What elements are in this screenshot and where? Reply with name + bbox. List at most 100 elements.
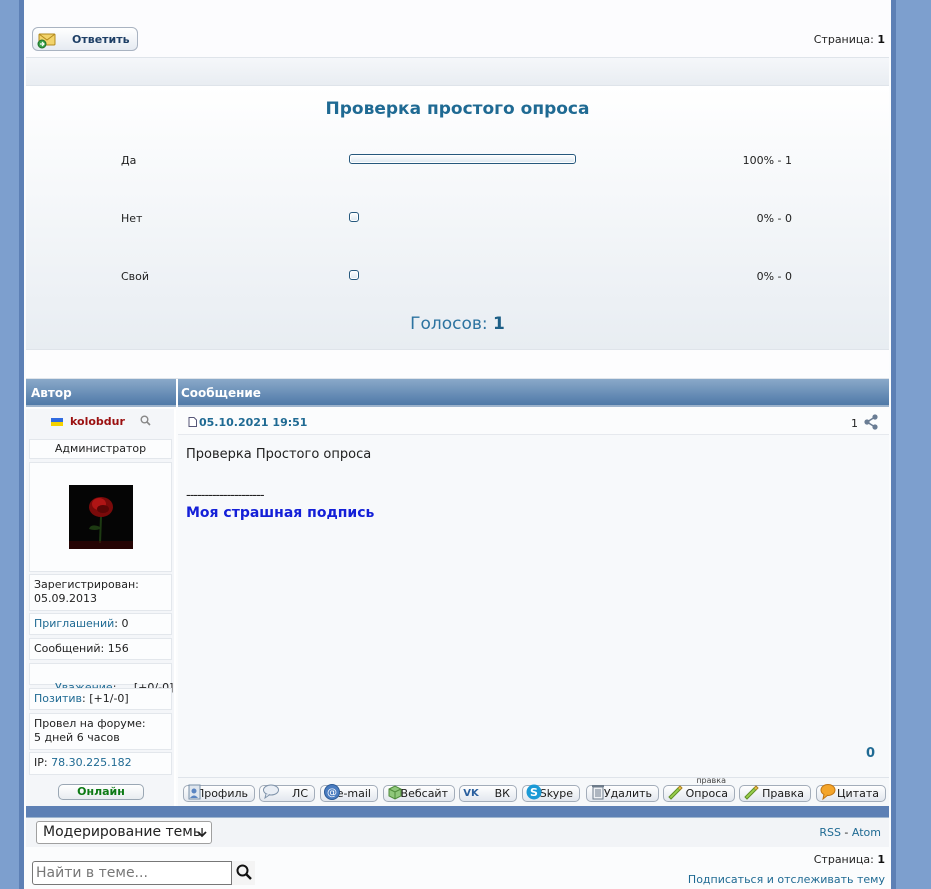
atom-link[interactable]: Atom: [852, 826, 881, 839]
at-sign-icon: @: [323, 783, 341, 801]
forum-time-label: Провел на форуме:: [34, 717, 146, 730]
skype-button[interactable]: S Skype: [522, 783, 580, 802]
author-name[interactable]: kolobdur: [70, 415, 125, 428]
reply-envelope-icon: [36, 29, 58, 49]
vk-button[interactable]: VK ВК: [459, 785, 517, 802]
page-number[interactable]: 1: [877, 853, 885, 866]
post-number-area: 1: [851, 414, 879, 433]
online-status-row: Онлайн: [26, 784, 176, 800]
poll-block: Проверка простого опроса Да 100% - 1 Нет…: [26, 86, 889, 349]
poll-bottom-strip: [26, 349, 889, 379]
positive-value: : [+1/-0]: [82, 692, 129, 705]
delete-button[interactable]: Удалить: [586, 785, 659, 802]
reply-button-label: Ответить: [72, 32, 130, 46]
post-body: Проверка Простого опроса ---------------…: [186, 447, 876, 521]
reply-button[interactable]: Ответить: [32, 27, 138, 51]
top-bar: Ответить Страница: 1: [24, 0, 891, 57]
edit-poll-button-label: Опроса: [685, 787, 728, 800]
moderation-select[interactable]: Модерирование темы: [36, 821, 212, 844]
rss-link[interactable]: RSS: [819, 826, 841, 839]
trash-icon: [589, 783, 607, 801]
poll-title: Проверка простого опроса: [325, 99, 590, 119]
author-column-header: Автор: [31, 386, 72, 400]
post-actions: Профиль ЛС @ e-mail Вебсайт VK ВК S Skyp…: [178, 776, 889, 806]
author-title: Администратор: [29, 439, 172, 459]
rose-avatar-icon: [68, 485, 133, 549]
skype-icon: S: [525, 783, 543, 801]
signature-separator: ---------------------: [186, 488, 265, 503]
poll-option-bar: [349, 154, 576, 164]
document-icon: [188, 417, 197, 427]
pm-button[interactable]: ЛС: [259, 783, 315, 802]
skype-button-label: Skype: [539, 787, 573, 800]
poll-option-label: Нет: [121, 212, 143, 225]
chevron-down-icon: [197, 827, 207, 843]
moderation-row: Модерирование темы RSS - Atom: [26, 818, 889, 847]
invites-value: : 0: [114, 617, 129, 630]
pm-button-label: ЛС: [292, 787, 308, 800]
pencil-icon: [742, 783, 760, 801]
post-date-link[interactable]: 05.10.2021 19:51: [188, 416, 307, 429]
poll-option-label: Да: [121, 154, 137, 167]
svg-text:VK: VK: [463, 788, 480, 799]
positive-link[interactable]: Позитив: [34, 692, 82, 705]
poll-option-result: 0% - 0: [756, 212, 792, 225]
speech-bubble-icon: [262, 783, 280, 801]
edit-poll-button[interactable]: правка Опроса: [663, 776, 735, 802]
profile-button[interactable]: Профиль: [183, 783, 255, 802]
page-number[interactable]: 1: [877, 33, 885, 46]
website-button[interactable]: Вебсайт: [383, 785, 455, 802]
moderation-select-value: Модерирование темы: [43, 824, 204, 840]
author-name-row: kolobdur: [26, 415, 176, 429]
globe-box-icon: [386, 783, 404, 801]
page-label: Страница:: [813, 33, 874, 46]
post-number[interactable]: 1: [851, 417, 858, 430]
registered-info: Зарегистрирован: 05.09.2013: [29, 574, 172, 611]
votes-label: Голосов:: [410, 314, 488, 334]
email-button[interactable]: @ e-mail: [320, 783, 378, 802]
poll-top-strip: [26, 57, 889, 86]
pagination-top: Страница: 1: [814, 33, 885, 46]
post-text: Проверка Простого опроса: [186, 447, 372, 462]
message-panel: 05.10.2021 19:51 1 Проверка Простого опр…: [178, 409, 889, 806]
forum-time-value: 5 дней 6 часов: [34, 731, 120, 744]
svg-text:@: @: [327, 788, 337, 799]
online-status-badge: Онлайн: [58, 784, 144, 800]
profile-icon: [186, 783, 204, 801]
post-table-header: Автор Сообщение: [26, 379, 889, 407]
edit-button[interactable]: Правка: [739, 785, 811, 802]
poll-option: Да 100% - 1: [26, 152, 889, 170]
ip-info: IP: 78.30.225.182: [29, 752, 172, 775]
poll-option-bar: [349, 212, 359, 222]
post-rating[interactable]: 0: [866, 746, 875, 761]
poll-option-bar: [349, 270, 359, 280]
quote-button[interactable]: Цитата: [816, 783, 886, 802]
vk-button-label: ВК: [494, 787, 510, 800]
message-header: 05.10.2021 19:51 1: [178, 409, 889, 435]
search-button[interactable]: [231, 861, 255, 885]
feed-links: RSS - Atom: [819, 826, 881, 839]
subscribe-link[interactable]: Подписаться и отслеживать тему: [688, 873, 885, 886]
invites-link[interactable]: Приглашений: [34, 617, 114, 630]
share-icon[interactable]: [863, 414, 879, 433]
post-date: 05.10.2021 19:51: [199, 416, 308, 429]
delete-button-label: Удалить: [603, 787, 652, 800]
registered-label: Зарегистрирован:: [34, 578, 139, 591]
positive-info: Позитив: [+1/-0]: [29, 688, 172, 710]
edit-poll-caption: правка: [696, 776, 726, 785]
signature-text: Моя страшная подпись: [186, 505, 375, 521]
poll-option-label: Свой: [121, 270, 150, 283]
email-button-label: e-mail: [336, 787, 371, 800]
poll-option: Нет 0% - 0: [26, 210, 889, 228]
page-side-right: [891, 0, 896, 889]
avatar[interactable]: [68, 485, 133, 549]
ip-link[interactable]: 78.30.225.182: [51, 756, 131, 769]
quote-bubble-icon: [819, 783, 837, 801]
feed-separator: -: [840, 826, 852, 839]
poll-votes: Голосов: 1: [26, 314, 889, 334]
registered-date: 05.09.2013: [34, 592, 97, 605]
search-user-icon[interactable]: [140, 415, 152, 429]
ukraine-flag-icon: [50, 418, 63, 426]
topic-search-input[interactable]: [36, 864, 226, 882]
quote-button-label: Цитата: [837, 787, 879, 800]
